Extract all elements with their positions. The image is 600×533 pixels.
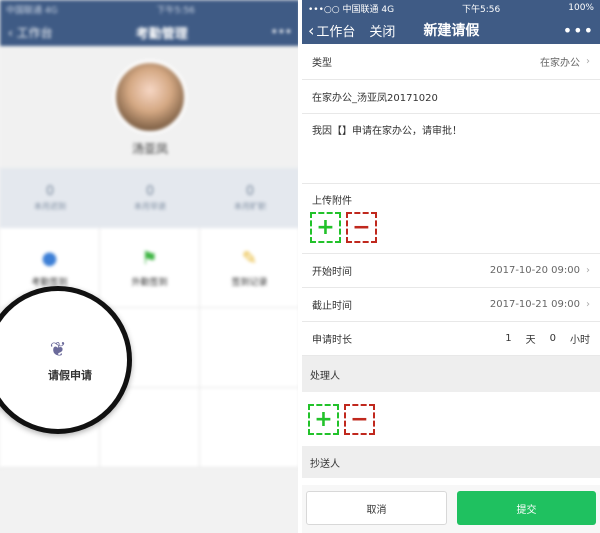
add-handler-button[interactable]: +: [308, 403, 339, 435]
stat-late-value: 0: [45, 184, 55, 199]
leave-request-label: 请假申请: [48, 369, 92, 382]
stat-absent-value: 0: [245, 184, 255, 199]
cc-label: 抄送人: [310, 458, 340, 470]
location-icon: ●: [41, 247, 58, 269]
add-attachment-button[interactable]: +: [310, 212, 341, 243]
stat-late-label: 本月迟到: [34, 202, 66, 211]
chevron-right-icon: ›: [586, 265, 590, 276]
stat-early-value: 0: [145, 184, 155, 199]
left-time: 下午5:56: [156, 5, 195, 16]
title-value: 在家办公_汤亚凤20171020: [312, 93, 438, 104]
upload-label: 上传附件: [312, 196, 352, 207]
left-status-bar: 中国联通 4G 下午5:56: [0, 0, 300, 18]
reason-textarea[interactable]: 我因【】申请在家办公，请审批！: [302, 114, 600, 184]
start-time-label: 开始时间: [312, 267, 352, 278]
back-button[interactable]: ‹ 工作台: [308, 21, 355, 40]
bottom-action-bar: 取消 提交: [302, 485, 600, 533]
end-time-label: 截止时间: [312, 301, 352, 312]
left-carrier: 中国联通 4G: [6, 5, 58, 16]
left-back-button[interactable]: ‹ 工作台: [8, 24, 53, 41]
reason-value: 我因【】申请在家办公，请审批！: [312, 126, 462, 137]
grid-empty-5: [200, 388, 300, 468]
right-status-bar: •••○○ 中国联通 4G 下午5:56 100%: [302, 0, 600, 16]
type-row[interactable]: 类型 在家办公 ›: [302, 44, 600, 80]
back-label: 工作台: [316, 24, 356, 40]
cancel-button[interactable]: 取消: [306, 491, 447, 525]
end-time-row[interactable]: 截止时间 2017-10-21 09:00 ›: [302, 288, 600, 322]
handler-header: 处理人: [302, 356, 600, 392]
submit-button[interactable]: 提交: [457, 491, 596, 525]
attachment-section: 上传附件 + −: [302, 184, 600, 254]
handler-label: 处理人: [310, 370, 340, 382]
grid-item-field-checkin[interactable]: ⚑ 外勤签到: [100, 228, 200, 308]
profile-name: 汤亚凤: [131, 142, 168, 156]
right-carrier: •••○○ 中国联通 4G: [308, 4, 395, 15]
start-time-row[interactable]: 开始时间 2017-10-20 09:00 ›: [302, 254, 600, 288]
grid-item-field-label: 外勤签到: [131, 277, 168, 288]
avatar: [113, 60, 187, 134]
left-more-icon[interactable]: •••: [271, 25, 292, 39]
stat-absent-label: 本月旷职: [234, 202, 266, 211]
battery-indicator: 100%: [568, 3, 594, 13]
page-title: 新建请假: [423, 23, 480, 39]
left-nav-bar: ‹ 工作台 考勤管理 •••: [0, 18, 300, 46]
end-time-value: 2017-10-21 09:00: [489, 299, 580, 310]
start-time-value: 2017-10-20 09:00: [489, 265, 580, 276]
grid-item-records[interactable]: ✎ 签到记录: [200, 228, 300, 308]
right-time: 下午5:56: [462, 4, 501, 15]
right-nav-bar: ‹ 工作台 关闭 新建请假 •••: [302, 16, 600, 44]
duration-label: 申请时长: [312, 335, 352, 346]
hour-unit: 小时: [570, 335, 590, 346]
app-root: 中国联通 4G 下午5:56 ‹ 工作台 考勤管理 ••• 汤亚凤 0 本月迟到…: [0, 0, 600, 533]
handler-section: + −: [302, 392, 600, 446]
type-label: 类型: [312, 58, 332, 69]
left-page-title: 考勤管理: [135, 26, 188, 42]
blurred-background: 中国联通 4G 下午5:56 ‹ 工作台 考勤管理 ••• 汤亚凤 0 本月迟到…: [0, 0, 300, 533]
grid-empty-2: [200, 308, 300, 388]
remove-handler-button[interactable]: −: [344, 403, 375, 435]
stat-early-label: 本月早退: [134, 202, 166, 211]
duration-days[interactable]: 1: [505, 333, 511, 344]
title-field[interactable]: 在家办公_汤亚凤20171020: [302, 80, 600, 114]
more-icon[interactable]: •••: [563, 21, 594, 40]
chevron-left-icon: ‹: [308, 20, 315, 40]
grid-item-records-label: 签到记录: [231, 277, 268, 288]
remove-attachment-button[interactable]: −: [346, 212, 377, 243]
new-leave-panel: •••○○ 中国联通 4G 下午5:56 100% ‹ 工作台 关闭 新建请假 …: [302, 0, 600, 533]
chevron-right-icon: ›: [586, 56, 590, 67]
stat-late[interactable]: 0 本月迟到: [0, 168, 100, 228]
day-unit: 天: [525, 335, 536, 346]
close-button[interactable]: 关闭: [369, 21, 395, 40]
left-back-label: 工作台: [16, 25, 53, 40]
stat-absent[interactable]: 0 本月旷职: [200, 168, 300, 228]
cc-header: 抄送人: [302, 446, 600, 478]
duration-hours[interactable]: 0: [550, 333, 556, 344]
stat-early[interactable]: 0 本月早退: [100, 168, 200, 228]
pencil-icon: ✎: [241, 247, 258, 269]
stats-bar: 0 本月迟到 0 本月早退 0 本月旷职: [0, 168, 300, 228]
attendance-panel: 中国联通 4G 下午5:56 ‹ 工作台 考勤管理 ••• 汤亚凤 0 本月迟到…: [0, 0, 300, 533]
flag-icon: ⚑: [141, 247, 158, 269]
profile-section: 汤亚凤: [0, 46, 300, 168]
duration-row: 申请时长 1 天 0 小时: [302, 322, 600, 356]
type-value: 在家办公: [540, 58, 580, 69]
chevron-right-icon: ›: [586, 299, 590, 310]
leaf-icon: ❦: [49, 337, 67, 361]
